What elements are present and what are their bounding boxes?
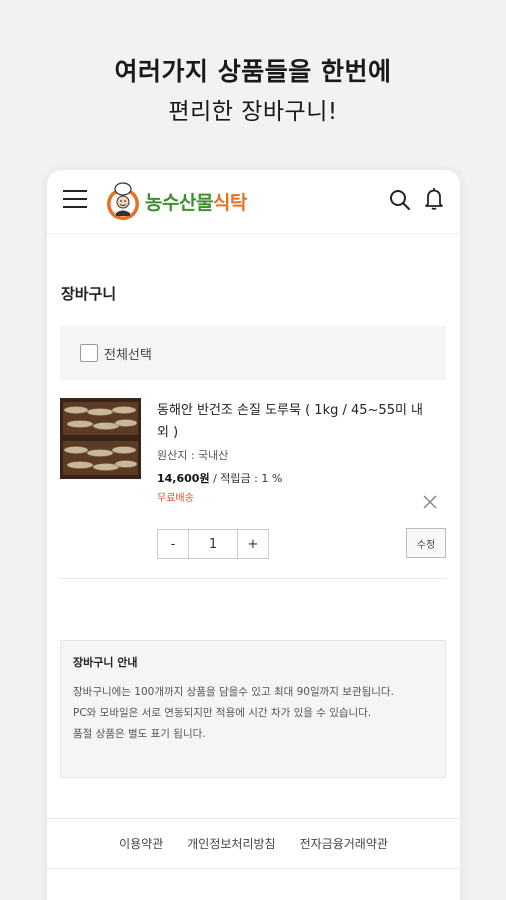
bell-icon[interactable] bbox=[422, 186, 446, 212]
app-screen: 농수산물식탁 장바구니 전체선택 동해안 반건조 손질 도루묵 (1kg / … bbox=[47, 170, 460, 900]
footer-link-terms[interactable]: 이용약관 bbox=[119, 835, 163, 852]
product-origin: 원산지 : 국내산 bbox=[157, 449, 229, 462]
product-image[interactable] bbox=[60, 398, 141, 479]
promo-headline: 여러가지 상품들을 한번에 편리한 장바구니! bbox=[0, 52, 506, 126]
points-value: / 적립금 : 1 % bbox=[209, 472, 283, 485]
quantity-value[interactable]: 1 bbox=[188, 530, 238, 558]
footer-links: 이용약관 개인정보처리방침 전자금융거래약관 bbox=[47, 835, 460, 852]
remove-item-close-icon[interactable] bbox=[422, 494, 438, 510]
logo[interactable]: 농수산물식탁 bbox=[105, 180, 247, 222]
guide-line-2: PC와 모바일은 서로 연동되지만 적용에 시간 차가 있을 수 있습니다. bbox=[73, 707, 372, 719]
quantity-stepper: - 1 + bbox=[157, 529, 269, 559]
guide-line-3: 품절 상품은 별도 표기 됩니다. bbox=[73, 728, 206, 740]
product-name[interactable]: 동해안 반건조 손질 도루묵 ( 1kg / 45~55미 내외 ) bbox=[157, 400, 427, 444]
guide-line-1: 장바구니에는 100개까지 상품을 담을수 있고 최대 90일까지 보관됩니다. bbox=[73, 686, 394, 698]
logo-text-green: 농수산물 bbox=[145, 191, 213, 214]
quantity-increase-button[interactable]: + bbox=[238, 530, 268, 558]
logo-text-orange: 식탁 bbox=[212, 191, 247, 214]
select-all-label[interactable]: 전체선택 bbox=[104, 344, 152, 363]
select-all-bar: 전체선택 bbox=[60, 326, 446, 380]
select-all-checkbox[interactable] bbox=[80, 344, 98, 362]
menu-icon[interactable] bbox=[63, 190, 87, 210]
chef-mascot-icon bbox=[107, 182, 139, 220]
divider bbox=[60, 578, 446, 579]
shipping-label: 무료배송 bbox=[157, 493, 194, 504]
divider bbox=[47, 868, 460, 869]
headline-line1: 여러가지 상품들을 한번에 bbox=[114, 57, 392, 86]
footer-link-efinance[interactable]: 전자금융거래약관 bbox=[300, 835, 388, 852]
modify-button[interactable]: 수정 bbox=[406, 528, 446, 558]
guide-title: 장바구니 안내 bbox=[73, 656, 138, 669]
top-bar: 농수산물식탁 bbox=[47, 170, 460, 234]
divider bbox=[47, 818, 460, 819]
product-price: 14,600원 / 적립금 : 1 % bbox=[157, 470, 282, 486]
quantity-decrease-button[interactable]: - bbox=[158, 530, 188, 558]
price-value: 14,600원 bbox=[157, 472, 210, 485]
page-title: 장바구니 bbox=[61, 285, 117, 303]
search-icon[interactable] bbox=[388, 188, 412, 212]
headline-line2: 편리한 장바구니! bbox=[168, 99, 338, 125]
logo-text: 농수산물식탁 bbox=[145, 188, 247, 215]
cart-guide-box: 장바구니 안내 장바구니에는 100개까지 상품을 담을수 있고 최대 90일까… bbox=[60, 640, 446, 778]
footer-link-privacy[interactable]: 개인정보처리방침 bbox=[187, 835, 275, 852]
